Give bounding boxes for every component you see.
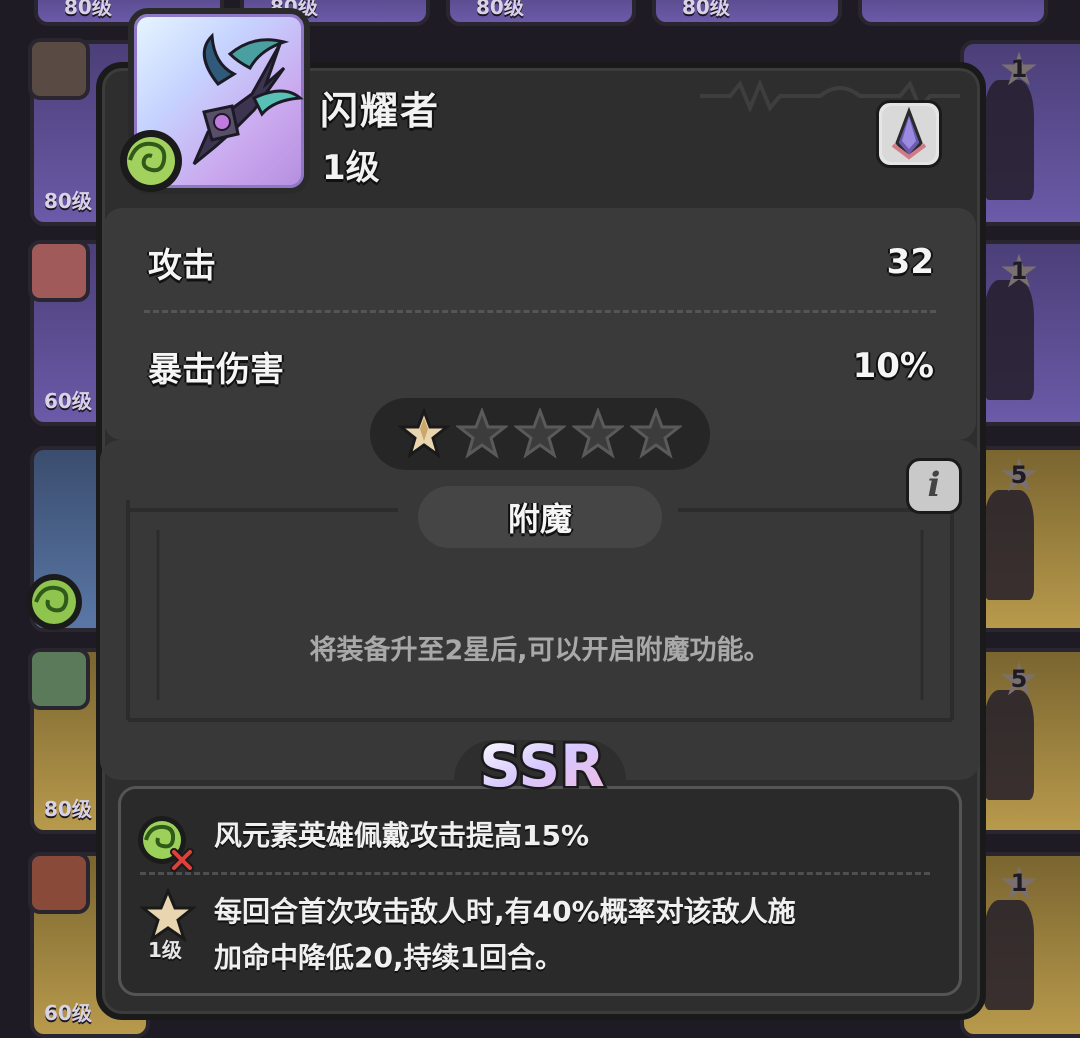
star-count-number: 1 xyxy=(1010,55,1028,83)
hero-silhouette xyxy=(984,80,1034,200)
star-count-icon: ★ 1 xyxy=(992,42,1046,96)
hero-silhouette xyxy=(984,280,1034,400)
star-empty-icon xyxy=(456,408,508,459)
stat-label: 攻击 xyxy=(148,245,216,286)
rarity-badge: SSR xyxy=(477,730,608,803)
hero-silhouette xyxy=(984,490,1034,600)
wind-element-icon xyxy=(26,574,82,630)
star-count-icon: ★ 1 xyxy=(992,244,1046,298)
effect-passive-line1: 每回合首次攻击敌人时,有40%概率对该敌人施 xyxy=(214,895,796,928)
roster-card-level: 80级 xyxy=(64,0,112,19)
class-emblem-icon[interactable] xyxy=(876,100,942,168)
star-count-number: 5 xyxy=(1010,461,1028,489)
effect-star-level: 1级 xyxy=(148,938,182,962)
stat-value: 10% xyxy=(852,346,934,386)
star-count-number: 5 xyxy=(1010,665,1028,693)
roster-card[interactable] xyxy=(858,0,1048,26)
effect-passive-line2: 加命中降低20,持续1回合。 xyxy=(214,941,564,974)
roster-card-level: 80级 xyxy=(682,0,730,19)
hero-silhouette xyxy=(984,690,1034,800)
effect-element-bonus: 风元素英雄佩戴攻击提高15% xyxy=(214,819,590,852)
roster-card-level: 80级 xyxy=(476,0,524,19)
roster-card-level: 80级 xyxy=(44,189,92,213)
star-count-number: 1 xyxy=(1010,257,1028,285)
star-count-icon: ★ 5 xyxy=(992,448,1046,502)
star-count-icon: ★ 1 xyxy=(992,856,1046,910)
star-filled-icon xyxy=(398,408,450,459)
star-rating xyxy=(370,398,710,470)
stat-value: 32 xyxy=(886,242,934,282)
star-count-icon: ★ 5 xyxy=(992,652,1046,706)
star-empty-icon xyxy=(514,408,566,459)
star-count-number: 1 xyxy=(1010,869,1028,897)
roster-card[interactable]: 80级 xyxy=(446,0,636,26)
hero-portrait xyxy=(28,240,90,302)
enchant-locked-note: 将装备升至2星后,可以开启附魔功能。 xyxy=(309,635,771,666)
hero-portrait xyxy=(28,852,90,914)
star-empty-icon xyxy=(630,408,682,459)
wind-element-icon xyxy=(120,130,182,192)
star-empty-icon xyxy=(572,408,624,459)
hero-portrait xyxy=(28,38,90,100)
stat-label: 暴击伤害 xyxy=(148,349,284,390)
equipment-level: 1级 xyxy=(322,148,380,188)
equipment-name: 闪耀者 xyxy=(320,89,441,133)
roster-card-level: 60级 xyxy=(44,389,92,413)
wind-element-inactive-icon xyxy=(138,816,194,872)
stat-row-crit-damage: 暴击伤害 10% xyxy=(148,336,934,396)
enchant-title: 附魔 xyxy=(507,500,572,538)
hero-silhouette xyxy=(984,900,1034,1010)
stat-row-attack: 攻击 32 xyxy=(148,232,934,292)
roster-card-level: 80级 xyxy=(44,797,92,821)
roster-card[interactable]: 80级 xyxy=(652,0,842,26)
rarity-text: SSR xyxy=(479,732,605,800)
stat-divider xyxy=(144,310,936,313)
roster-card-level: 60级 xyxy=(44,1001,92,1025)
effect-divider xyxy=(140,872,930,875)
hero-portrait xyxy=(28,648,90,710)
info-button[interactable]: i xyxy=(906,458,962,514)
